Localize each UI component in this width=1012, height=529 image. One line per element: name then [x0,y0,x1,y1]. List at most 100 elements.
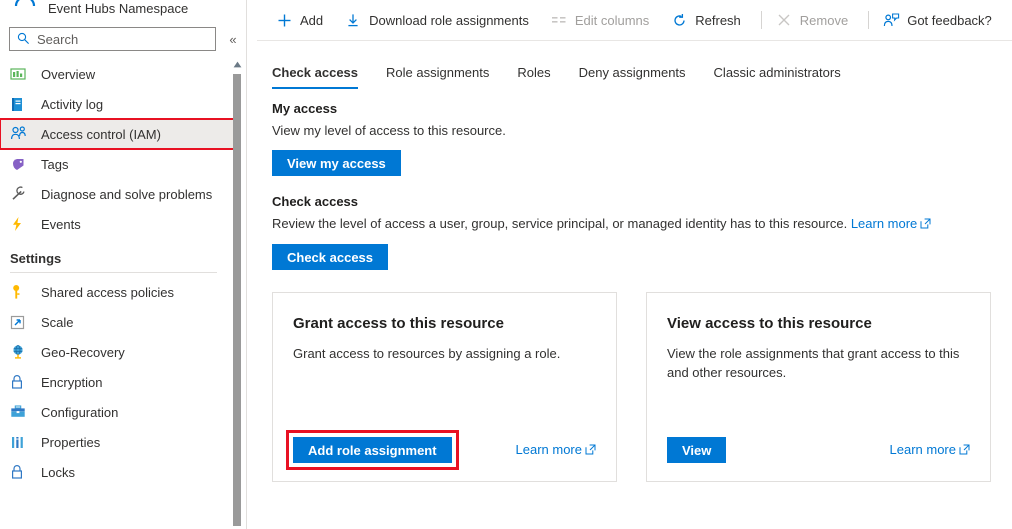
sidebar-item-label: Locks [41,464,75,480]
key-icon [10,283,32,301]
tab-label: Role assignments [386,65,490,80]
sidebar-item-configuration[interactable]: Configuration [0,397,246,427]
tab-role-assignments[interactable]: Role assignments [386,65,489,89]
external-link-icon [959,443,970,458]
got-feedback-button[interactable]: Got feedback? [879,5,1002,35]
sidebar-section-title-settings: Settings [10,251,62,266]
grant-access-learn-more-link[interactable]: Learn more [516,442,596,458]
sidebar-item-events[interactable]: Events [0,209,246,239]
search-box[interactable] [9,27,216,51]
my-access-heading: My access [272,101,338,116]
sidebar-item-scale[interactable]: Scale [0,307,246,337]
toolbar-separator [760,11,762,29]
sidebar-item-properties[interactable]: Properties [0,427,246,457]
sidebar-item-tags[interactable]: Tags [0,149,246,179]
card-title: View access to this resource [667,315,872,332]
search-icon [17,32,30,48]
sidebar-nav-list: Overview Activity log Access control (IA… [0,59,246,487]
resource-sidebar: Event Hubs Namespace « [0,0,247,529]
sidebar-item-label: Access control (IAM) [41,126,161,142]
chevron-double-left-icon: « [229,31,237,47]
card-footer: View Learn more [667,437,970,463]
external-link-icon [920,217,931,232]
access-control-icon [10,125,32,143]
sidebar-scrollbar[interactable] [231,58,243,526]
resource-header: Event Hubs Namespace [0,0,246,20]
command-toolbar: Add Download role assignments Edit colum… [247,0,1012,40]
check-access-panel: My access View my level of access to thi… [247,89,1012,270]
tab-deny-assignments[interactable]: Deny assignments [579,65,686,89]
lock-icon [10,373,32,391]
view-access-learn-more-link[interactable]: Learn more [890,442,970,458]
my-access-description: View my level of access to this resource… [272,123,506,138]
sidebar-item-locks[interactable]: Locks [0,457,246,487]
view-button[interactable]: View [667,437,727,463]
resource-title: Event Hubs Namespace [48,0,189,16]
sidebar-item-label: Overview [41,66,96,82]
view-my-access-button[interactable]: View my access [272,150,401,176]
sidebar-section-divider [10,272,217,273]
scale-arrow-icon [10,313,32,331]
check-access-button[interactable]: Check access [272,244,389,270]
add-button[interactable]: Add [272,5,333,35]
sidebar-item-label: Encryption [41,374,103,390]
check-access-heading: Check access [272,194,359,209]
cards-row: Grant access to this resource Grant acce… [247,292,1012,482]
add-role-assignment-button[interactable]: Add role assignment [293,437,452,463]
tab-label: Roles [517,65,551,80]
sidebar-item-label: Geo-Recovery [41,344,125,360]
sidebar-item-access-control-iam[interactable]: Access control (IAM) [0,118,238,150]
sidebar-item-geo-recovery[interactable]: Geo-Recovery [0,337,246,367]
tab-bar: Check access Role assignments Roles Deny… [247,51,1012,89]
sidebar-item-label: Activity log [41,96,104,112]
tags-icon [10,155,32,173]
toolbar-label: Refresh [695,12,741,28]
remove-x-icon [774,12,794,28]
add-role-assignment-highlight-box: Add role assignment [286,430,459,470]
toolbar-label: Got feedback? [907,12,992,28]
toolbar-label: Edit columns [574,12,650,28]
sidebar-item-label: Scale [41,314,74,330]
tab-classic-administrators[interactable]: Classic administrators [714,65,841,89]
scroll-up-arrow-icon[interactable] [231,58,243,70]
tab-check-access[interactable]: Check access [272,65,359,89]
search-row: « [0,20,246,51]
card-description: Grant access to resources by assigning a… [293,346,561,361]
card-footer: Add role assignment Learn more [286,430,596,470]
check-access-description-text: Review the level of access a user, group… [272,216,848,231]
properties-bars-icon [10,433,32,451]
toolbar-label: Add [300,12,324,28]
collapse-sidebar-button[interactable]: « [222,28,244,50]
sidebar-item-label: Diagnose and solve problems [41,186,213,202]
sidebar-item-overview[interactable]: Overview [0,59,246,89]
sidebar-item-activity-log[interactable]: Activity log [0,89,246,119]
sidebar-item-label: Configuration [41,404,119,420]
tab-label: Classic administrators [713,65,841,80]
grant-access-card: Grant access to this resource Grant acce… [272,292,617,482]
learn-more-label: Learn more [889,442,956,457]
scrollbar-thumb[interactable] [233,74,241,526]
check-access-learn-more-link[interactable]: Learn more [851,216,931,231]
globe-icon [10,343,32,361]
view-access-card: View access to this resource View the ro… [646,292,991,482]
tab-roles[interactable]: Roles [517,65,550,89]
event-hubs-icon [10,0,40,20]
remove-button: Remove [772,5,858,35]
tab-label: Check access [272,65,359,80]
activity-log-icon [10,95,32,113]
card-description: View the role assignments that grant acc… [667,346,960,380]
sidebar-item-diagnose-and-solve-problems[interactable]: Diagnose and solve problems [0,179,246,209]
card-title: Grant access to this resource [293,315,504,332]
wrench-icon [10,185,32,203]
lock-icon [10,463,32,481]
sidebar-item-shared-access-policies[interactable]: Shared access policies [0,277,246,307]
azure-portal-blade: Event Hubs Namespace « [0,0,1012,529]
sidebar-item-encryption[interactable]: Encryption [0,367,246,397]
search-input[interactable] [10,28,209,50]
download-role-assignments-button[interactable]: Download role assignments [341,5,539,35]
sidebar-item-label: Shared access policies [41,284,174,300]
toolbar-divider [257,40,1012,41]
learn-more-label: Learn more [515,442,582,457]
refresh-button[interactable]: Refresh [667,5,751,35]
